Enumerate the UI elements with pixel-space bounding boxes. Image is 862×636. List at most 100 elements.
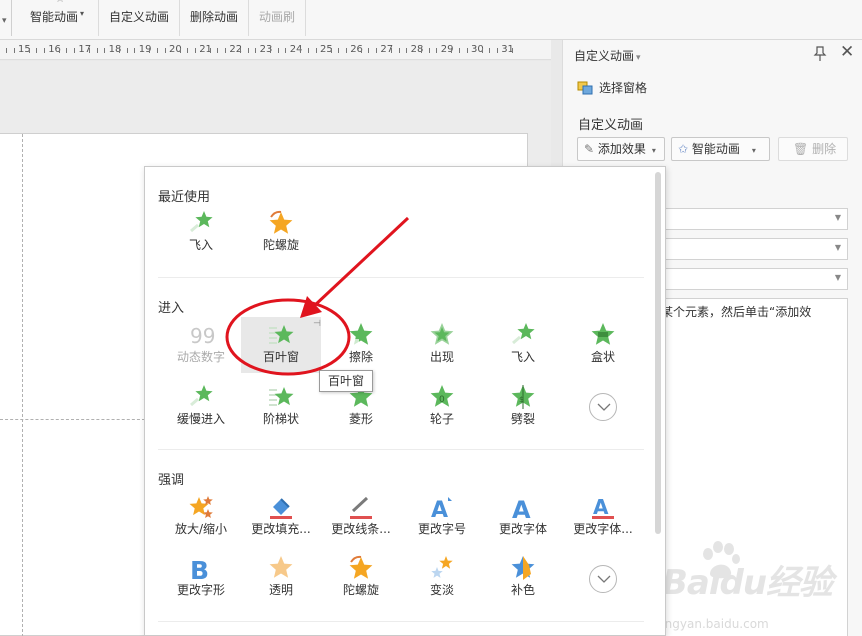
ruler-tick	[134, 48, 136, 53]
effect-wheel[interactable]: 0 轮子	[402, 379, 482, 435]
fade-star-icon	[428, 554, 456, 582]
property-select[interactable]: ▼	[658, 238, 848, 260]
ruler-tick	[149, 48, 151, 53]
chevron-down-icon: ▼	[834, 243, 841, 252]
effect-appear[interactable]: 出现	[402, 317, 482, 373]
effect-change-line[interactable]: 更改线条...	[321, 489, 401, 545]
change-font-size-icon: A	[428, 493, 456, 523]
transparency-star-icon	[267, 554, 295, 582]
crawl-in-star-icon	[187, 383, 215, 411]
effect-step[interactable]: 阶梯状	[241, 379, 321, 435]
ruler-tick	[368, 48, 370, 53]
more-emphasis-button[interactable]	[589, 565, 617, 593]
chevron-down-icon: ▼	[834, 273, 841, 282]
ruler-tick	[88, 48, 90, 53]
effect-change-font-color[interactable]: A 更改字体...	[563, 489, 643, 545]
effect-fly-in[interactable]: 飞入	[161, 205, 241, 261]
ruler-tick	[66, 48, 68, 53]
svg-text:B: B	[190, 556, 209, 582]
chevron-down-icon: ▾	[751, 146, 756, 155]
ruler-tick	[126, 48, 128, 53]
ruler-tick	[6, 48, 7, 53]
complementary-color-star-icon	[509, 554, 537, 582]
svg-text:99: 99	[190, 324, 215, 348]
popup-scrollbar[interactable]	[655, 172, 661, 534]
pin-icon[interactable]	[813, 46, 827, 62]
blinds-star-icon	[267, 321, 295, 349]
start-select[interactable]: ▼	[658, 208, 848, 230]
effect-fly-in-2[interactable]: 飞入	[483, 317, 563, 373]
change-font-icon: A	[509, 493, 537, 524]
ruler-tick	[390, 48, 392, 53]
star-icon: ✩	[678, 142, 689, 156]
add-effect-button[interactable]: ✎ 添加效果 ▾	[577, 137, 665, 161]
ruler-tick	[360, 48, 362, 53]
close-icon[interactable]: ✕	[840, 43, 854, 61]
effect-grow-shrink[interactable]: 放大/缩小	[161, 489, 241, 545]
effect-blinds[interactable]: 百叶窗 ⊣	[241, 317, 321, 373]
recent-section-title: 最近使用	[158, 190, 211, 205]
effect-box[interactable]: 盒状	[563, 317, 643, 373]
ruler-tick	[58, 48, 60, 53]
add-effect-popup: 最近使用 飞入 陀螺旋 进入 99 动态数字 百叶窗 ⊣ 擦除 出现 飞入 盒状…	[144, 166, 666, 636]
selection-pane-icon	[577, 81, 593, 95]
ruler-tick	[43, 48, 45, 53]
delete-animation-button[interactable]: 删除动画	[190, 0, 254, 36]
select-pane-link[interactable]: 选择窗格	[577, 79, 647, 96]
effect-change-font-style[interactable]: B 更改字形	[161, 550, 241, 606]
effect-fade[interactable]: 变淡	[402, 550, 482, 606]
effect-change-font-size[interactable]: A 更改字号	[402, 489, 482, 545]
appear-star-icon	[428, 321, 456, 349]
effect-crawl-in[interactable]: 缓慢进入	[161, 379, 241, 435]
spin-star-icon	[347, 554, 375, 582]
ruler-tick	[73, 48, 75, 53]
effect-dynamic-number[interactable]: 99 动态数字	[161, 317, 241, 373]
ruler-tick	[36, 48, 38, 53]
guide-line-vertical	[22, 134, 23, 636]
chevron-down-icon	[597, 575, 611, 583]
ruler-tick	[481, 48, 483, 53]
dynamic-number-icon: 99	[187, 321, 215, 349]
svg-text:$: $	[519, 395, 524, 404]
ruler-tick	[119, 48, 121, 53]
smart-animation-dropdown[interactable]: ✩ 智能动画 ▾	[671, 137, 770, 161]
ruler-tick	[96, 48, 98, 53]
custom-animation-button[interactable]: 自定义动画	[109, 0, 173, 36]
ruler-tick	[194, 48, 196, 53]
ruler-tick	[489, 48, 491, 53]
svg-text:A: A	[431, 498, 448, 521]
divider	[158, 449, 644, 450]
pin-icon[interactable]: ⊣	[313, 319, 321, 329]
more-entrance-button[interactable]	[589, 393, 617, 421]
effect-split[interactable]: $ 劈裂	[483, 379, 563, 435]
ruler-tick	[345, 48, 347, 53]
ruler-tick	[466, 48, 468, 53]
effect-transparency[interactable]: 透明	[241, 550, 321, 606]
fly-in-star-icon	[509, 321, 537, 349]
effect-spin-2[interactable]: 陀螺旋	[321, 550, 401, 606]
ribbon-overflow[interactable]: ▾	[0, 0, 12, 36]
ruler-tick	[511, 48, 513, 53]
smart-animation-button[interactable]: ☆ 智能动画 ▾	[30, 0, 90, 36]
guide-line-horizontal	[0, 419, 145, 420]
ruler-tick	[496, 48, 498, 53]
effect-change-font[interactable]: A 更改字体	[483, 489, 563, 545]
split-star-icon: $	[509, 383, 537, 411]
effect-change-fill[interactable]: 更改填充...	[241, 489, 321, 545]
speed-select[interactable]: ▼	[658, 268, 848, 290]
wheel-star-icon: 0	[428, 383, 456, 411]
ruler-tick	[451, 48, 453, 53]
delete-button[interactable]: 🗑 删除	[778, 137, 848, 161]
ruler-tick	[338, 48, 340, 53]
change-font-style-icon: B	[187, 554, 215, 585]
chevron-down-icon: ▾	[636, 53, 641, 63]
effect-complementary-color[interactable]: 补色	[483, 550, 563, 606]
effect-spin[interactable]: 陀螺旋	[241, 205, 321, 261]
change-fill-icon	[267, 493, 295, 521]
pane-title[interactable]: 自定义动画 ▾	[574, 47, 641, 64]
star-icon: ☆	[30, 0, 90, 5]
effect-wipe[interactable]: 擦除	[321, 317, 401, 373]
divider	[158, 277, 644, 278]
animation-brush-button[interactable]: 动画刷	[259, 0, 309, 36]
trash-icon: 🗑	[793, 142, 809, 156]
